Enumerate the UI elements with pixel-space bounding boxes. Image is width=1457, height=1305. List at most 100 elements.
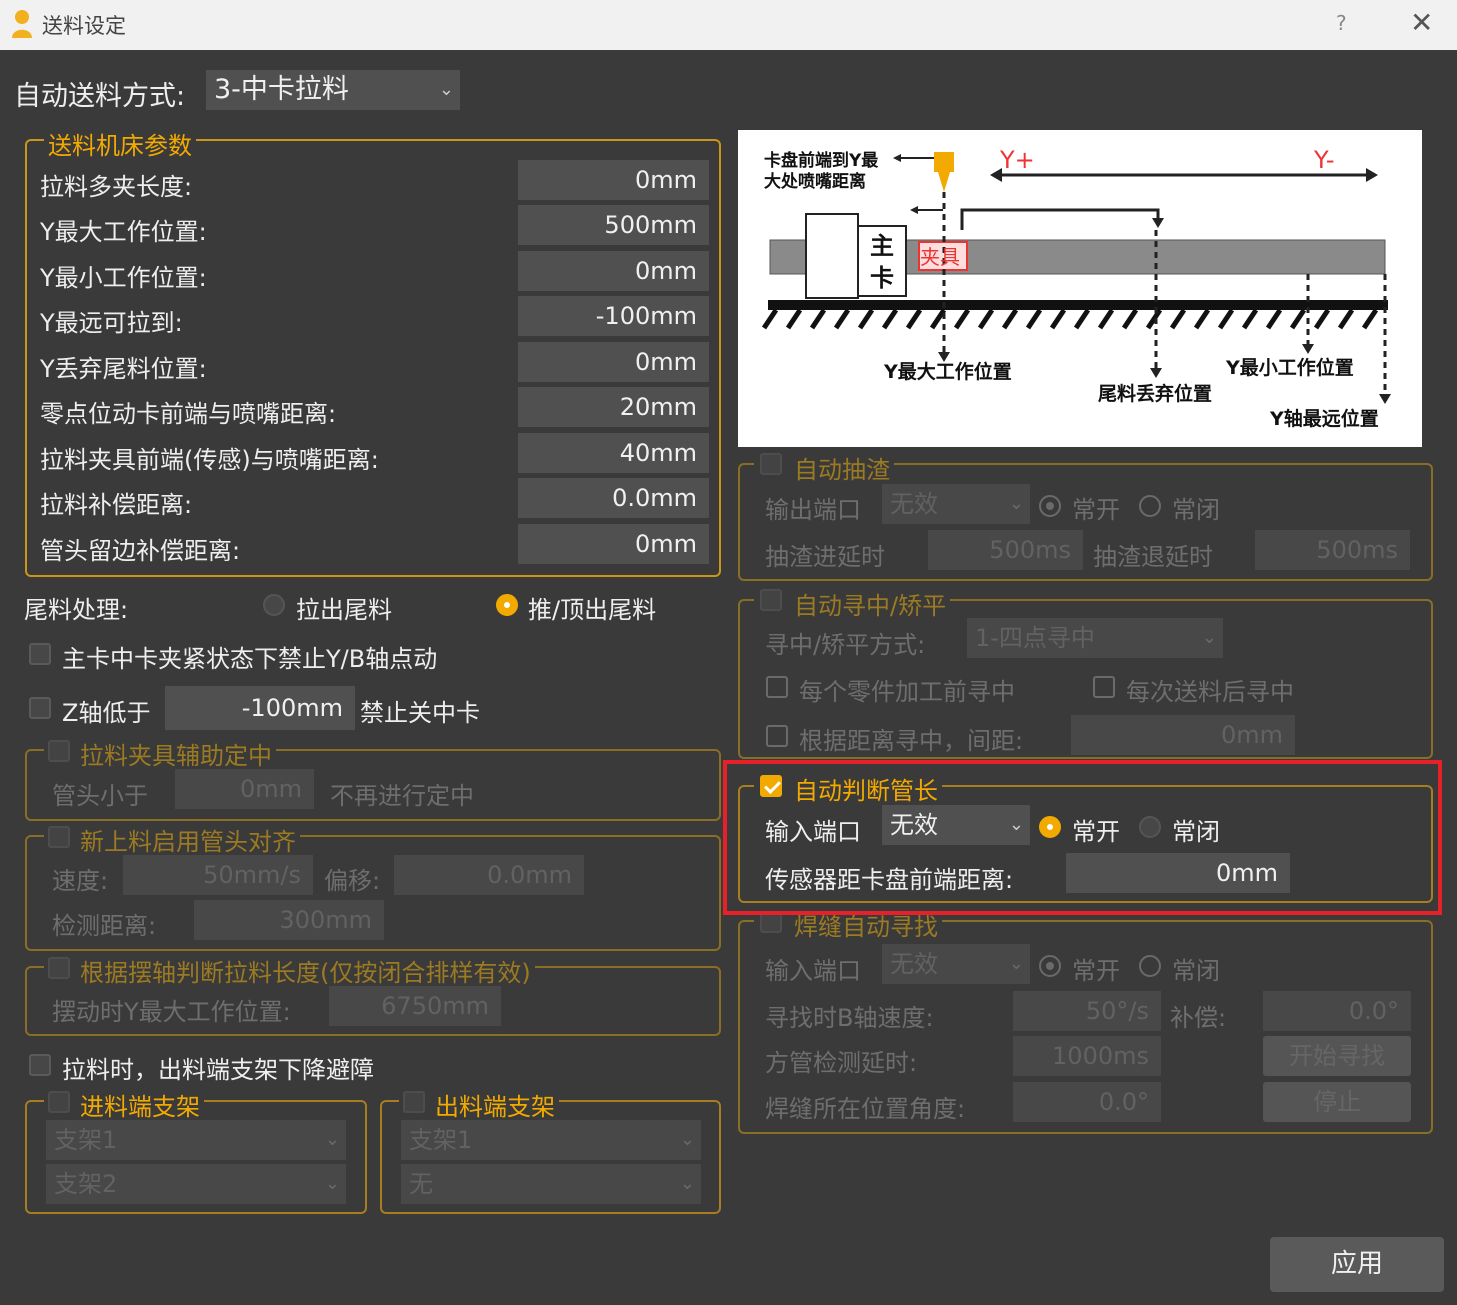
weld-angle-label: 焊缝所在位置角度: xyxy=(765,1095,966,1123)
slag-nc-label: 常闭 xyxy=(1172,496,1220,524)
z-axis-checkbox[interactable] xyxy=(29,697,51,719)
chuck-lock-checkbox[interactable] xyxy=(29,643,51,665)
swing-checkbox[interactable] xyxy=(48,957,70,979)
param-label: Y丢弃尾料位置: xyxy=(40,355,207,383)
diagram-label: 大处喷嘴距离 xyxy=(764,171,866,192)
assist-input[interactable]: 0mm xyxy=(175,769,314,809)
align-detect-label: 检测距离: xyxy=(52,912,157,940)
in-support-select-1-value: 支架1 xyxy=(54,1126,118,1154)
param-label: 拉料夹具前端(传感)与喷嘴距离: xyxy=(40,446,379,474)
align-detect-input[interactable]: 300mm xyxy=(194,900,384,940)
slag-port-value: 无效 xyxy=(890,490,938,518)
assist-checkbox[interactable] xyxy=(48,740,70,762)
slag-out-input[interactable]: 500ms xyxy=(1255,530,1410,570)
align-speed-input[interactable]: 50mm/s xyxy=(123,855,313,895)
close-button[interactable]: ✕ xyxy=(1410,6,1433,39)
center-each-part-checkbox[interactable] xyxy=(766,676,788,698)
center-dist-input[interactable]: 0mm xyxy=(1071,715,1295,755)
slag-title-text: 自动抽渣 xyxy=(794,456,890,484)
param-input[interactable]: 0mm xyxy=(518,160,709,200)
param-input[interactable]: 20mm xyxy=(518,387,709,427)
align-checkbox[interactable] xyxy=(48,826,70,848)
help-button[interactable]: ? xyxy=(1336,11,1347,35)
center-title: 自动寻中/矫平 xyxy=(754,586,951,621)
align-title: 新上料启用管头对齐 xyxy=(44,822,300,857)
weld-no-radio[interactable] xyxy=(1039,955,1061,977)
swing-input[interactable]: 6750mm xyxy=(329,986,501,1026)
param-input[interactable]: 0.0mm xyxy=(518,478,709,518)
tail-label: 尾料处理: xyxy=(24,596,129,624)
diagram-ymax: Y最大工作位置 xyxy=(883,360,1012,383)
z-axis-suffix: 禁止关中卡 xyxy=(360,699,480,727)
param-input[interactable]: -100mm xyxy=(518,296,709,336)
param-label: 拉料补偿距离: xyxy=(40,491,193,519)
param-input[interactable]: 0mm xyxy=(518,524,709,564)
weld-speed-input[interactable]: 50°/s xyxy=(1013,991,1161,1031)
chevron-down-icon: ⌄ xyxy=(1008,493,1024,514)
in-support-select-2[interactable]: 支架2 ⌄ xyxy=(46,1164,346,1204)
assist-title-text: 拉料夹具辅助定中 xyxy=(80,742,272,770)
weld-nc-radio[interactable] xyxy=(1139,955,1161,977)
tail-pull-radio[interactable] xyxy=(263,594,285,616)
chevron-down-icon: ⌄ xyxy=(1201,627,1217,648)
center-by-dist-label: 根据距离寻中，间距: xyxy=(799,727,1024,755)
chevron-down-icon: ⌄ xyxy=(679,1129,695,1150)
center-each-part-label: 每个零件加工前寻中 xyxy=(799,678,1015,706)
slag-port-label: 输出端口 xyxy=(765,496,861,524)
slag-port-select[interactable]: 无效 ⌄ xyxy=(882,484,1030,524)
machine-params-title: 送料机床参数 xyxy=(44,126,196,161)
in-support-select-1[interactable]: 支架1 ⌄ xyxy=(46,1120,346,1160)
support-drop-checkbox[interactable] xyxy=(29,1054,51,1076)
center-mode-value: 1-四点寻中 xyxy=(975,624,1095,652)
align-offset-input[interactable]: 0.0mm xyxy=(394,855,584,895)
center-checkbox[interactable] xyxy=(760,589,782,611)
param-input[interactable]: 0mm xyxy=(518,342,709,382)
in-support-checkbox[interactable] xyxy=(48,1091,70,1113)
auto-feed-label: 自动送料方式: xyxy=(14,81,186,112)
weld-start-button[interactable]: 开始寻找 xyxy=(1263,1036,1411,1076)
param-input[interactable]: 0mm xyxy=(518,251,709,291)
slag-no-label: 常开 xyxy=(1072,496,1120,524)
slag-out-label: 抽渣退延时 xyxy=(1093,543,1213,571)
chuck-lock-label: 主卡中卡夹紧状态下禁止Y/B轴点动 xyxy=(62,645,438,673)
diagram-ka: 卡 xyxy=(870,264,894,292)
weld-title-text: 焊缝自动寻找 xyxy=(794,913,938,941)
param-label: 管头留边补偿距离: xyxy=(40,537,241,565)
weld-delay-input[interactable]: 1000ms xyxy=(1013,1036,1161,1076)
weld-port-select[interactable]: 无效 ⌄ xyxy=(882,944,1030,984)
swing-title: 根据摆轴判断拉料长度(仅按闭合排样有效) xyxy=(44,953,535,988)
weld-stop-button[interactable]: 停止 xyxy=(1263,1082,1411,1122)
tail-push-radio[interactable] xyxy=(496,594,518,616)
diagram-ymin: Y最小工作位置 xyxy=(1225,356,1354,379)
chevron-down-icon: ⌄ xyxy=(324,1129,340,1150)
align-offset-label: 偏移: xyxy=(324,867,381,895)
z-axis-label: Z轴低于 xyxy=(62,699,151,727)
assist-suffix: 不再进行定中 xyxy=(330,782,474,810)
slag-in-input[interactable]: 500ms xyxy=(928,530,1083,570)
out-support-checkbox[interactable] xyxy=(403,1091,425,1113)
center-each-feed-checkbox[interactable] xyxy=(1093,676,1115,698)
center-by-dist-checkbox[interactable] xyxy=(766,725,788,747)
slag-nc-radio[interactable] xyxy=(1139,495,1161,517)
slag-checkbox[interactable] xyxy=(760,453,782,475)
weld-angle-input[interactable]: 0.0° xyxy=(1013,1082,1161,1122)
center-each-feed-label: 每次送料后寻中 xyxy=(1126,678,1294,706)
auto-feed-value: 3-中卡拉料 xyxy=(214,74,349,105)
slag-no-radio[interactable] xyxy=(1039,495,1061,517)
center-mode-select[interactable]: 1-四点寻中 ⌄ xyxy=(967,618,1223,658)
weld-no-label: 常开 xyxy=(1072,957,1120,985)
auto-feed-select[interactable]: 3-中卡拉料 ⌄ xyxy=(206,70,460,110)
diagram-yfar: Y轴最远位置 xyxy=(1269,407,1379,430)
weld-comp-input[interactable]: 0.0° xyxy=(1263,991,1411,1031)
weld-speed-label: 寻找时B轴速度: xyxy=(765,1004,934,1032)
align-title-text: 新上料启用管头对齐 xyxy=(80,828,296,856)
out-support-select-1-value: 支架1 xyxy=(409,1126,473,1154)
out-support-select-2[interactable]: 无 ⌄ xyxy=(401,1164,701,1204)
param-input[interactable]: 500mm xyxy=(518,205,709,245)
param-input[interactable]: 40mm xyxy=(518,433,709,473)
out-support-select-1[interactable]: 支架1 ⌄ xyxy=(401,1120,701,1160)
window-title: 送料设定 xyxy=(42,14,126,38)
z-axis-input[interactable]: -100mm xyxy=(165,686,355,730)
apply-button[interactable]: 应用 xyxy=(1270,1237,1444,1292)
highlight-box xyxy=(723,760,1442,915)
